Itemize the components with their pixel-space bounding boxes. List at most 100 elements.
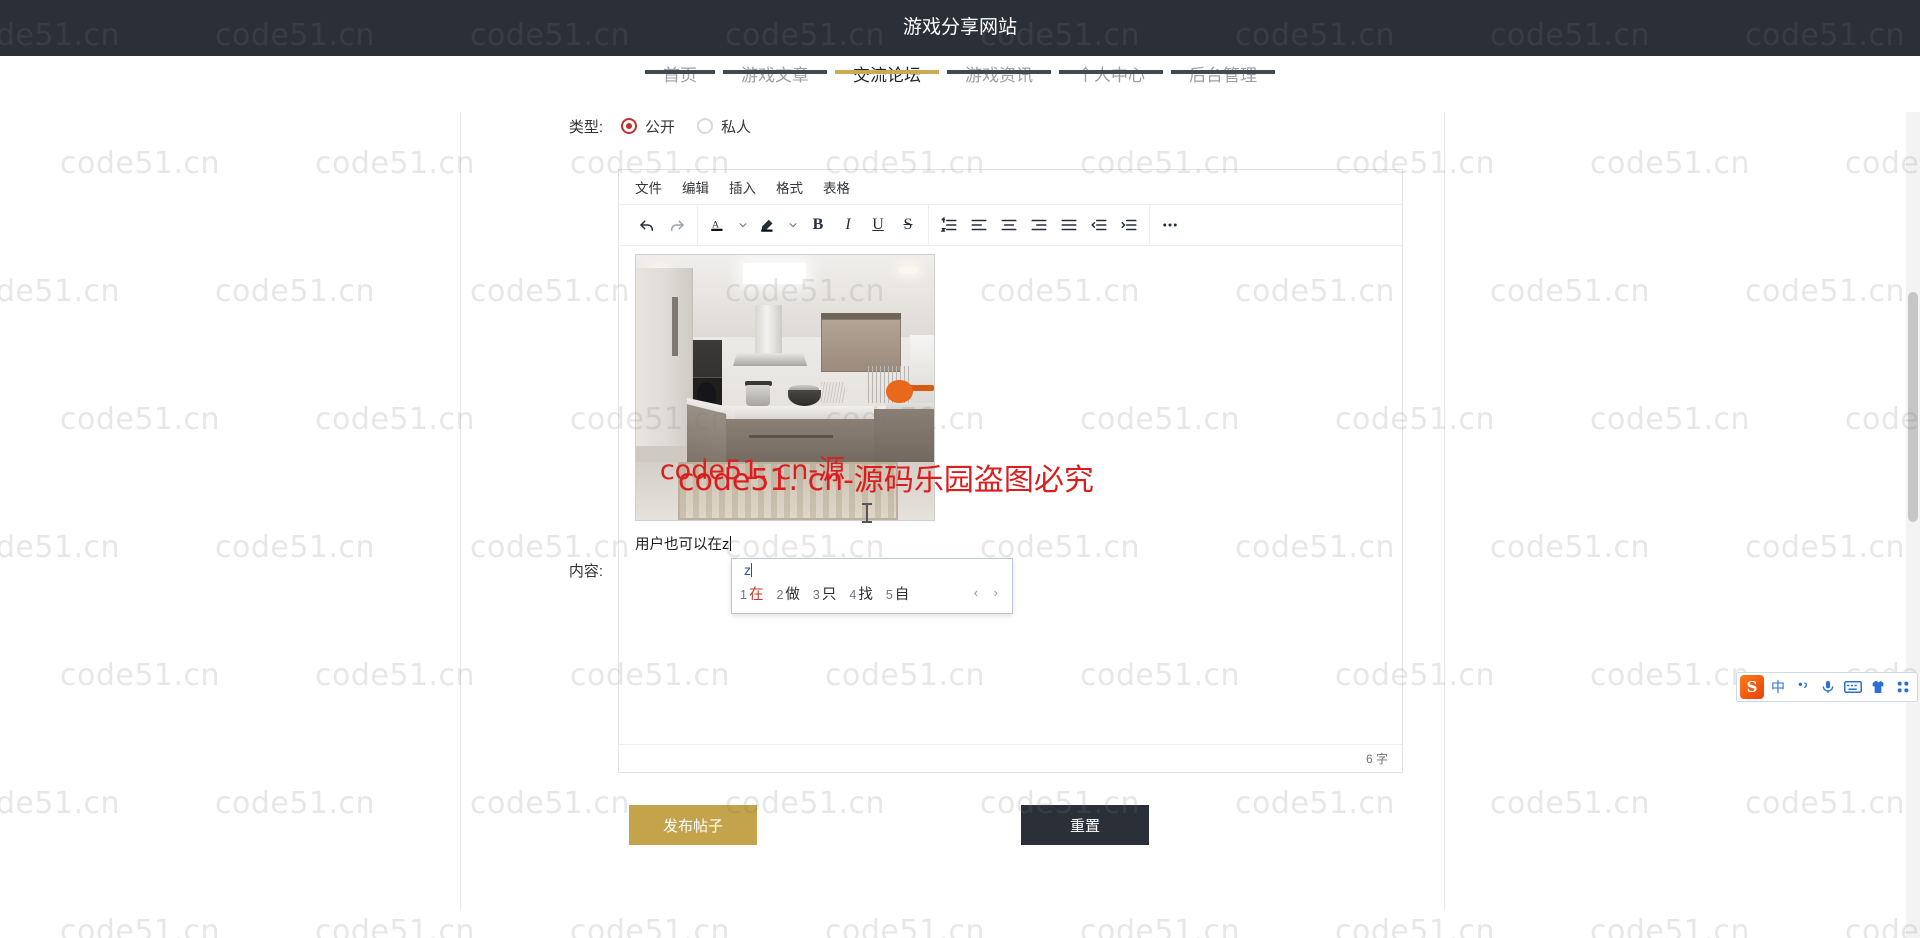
toolbar-group-format: A B I U S [698,205,929,245]
editor-menu-4[interactable]: 表格 [823,177,850,197]
svg-text:A: A [712,219,719,230]
italic-button[interactable]: I [834,211,862,239]
align-right-icon[interactable] [1025,211,1053,239]
nav-item-label: 个人中心 [1077,66,1145,85]
ime-candidate-4[interactable]: 4找 [849,583,872,604]
watermark-tile: code51.cn [1590,402,1751,437]
nav-list: 首页 游戏文章 交流论坛 游戏资讯 个人中心 后台管理 [0,56,1920,112]
bold-button[interactable]: B [804,211,832,239]
editor-menu-0[interactable]: 文件 [635,177,662,197]
text-color-icon[interactable]: A [704,211,732,239]
editor-menu-1[interactable]: 编辑 [682,177,709,197]
ime-mode-chinese-button[interactable]: 中 [1767,676,1789,698]
watermark-tile: code51.cn [1590,658,1751,693]
ime-candidate-number: 1 [740,588,747,602]
watermark-tile: code51.cn [1335,914,1496,938]
watermark-tile: code51.cn [1745,530,1906,565]
type-radio-label: 公开 [645,118,676,136]
highlight-color-icon[interactable] [754,211,782,239]
ime-candidate-list[interactable]: 1在 2做 3只 4找 5自 [740,583,909,604]
watermark-tile: code51.cn [60,914,221,938]
nav-item-underline [723,70,827,74]
more-options-icon[interactable] [1156,211,1184,239]
editor-menubar[interactable]: 文件 编辑 插入 格式 表格 [619,170,1402,205]
nav-item-3[interactable]: 游戏资讯 [943,56,1055,88]
type-radio-option-0[interactable]: 公开 [621,116,675,137]
punctuation-icon[interactable] [1792,676,1814,698]
skin-icon[interactable] [1867,676,1889,698]
watermark-tile: code51.cn [1490,274,1651,309]
watermark-tile: code51.cn [315,658,476,693]
ime-candidate-word: 自 [894,587,910,603]
word-count: 6 字 [1365,752,1388,766]
scrollbar-thumb[interactable] [1908,292,1918,522]
nav-item-1[interactable]: 游戏文章 [719,56,831,88]
post-form-panel: 类型: 公开 私人 内容: 文件 编辑 插入 格式 表格 A B I U S c… [460,105,1445,910]
microphone-icon[interactable] [1817,676,1839,698]
ime-candidate-2[interactable]: 2做 [776,583,799,604]
underline-button[interactable]: U [864,211,892,239]
ime-candidate-1[interactable]: 1在 [740,583,763,604]
numbered-list-icon[interactable] [935,211,963,239]
editor-toolbar[interactable]: A B I U S [619,205,1402,246]
ime-candidate-5[interactable]: 5自 [886,583,909,604]
type-label: 类型: [568,118,603,136]
type-radio-label: 私人 [721,118,752,136]
nav-item-label: 首页 [663,66,697,85]
highlight-chevron-down-icon[interactable] [784,211,802,239]
nav-item-underline [947,70,1051,74]
watermark-tile: code51.cn [315,402,476,437]
sogou-ime-toolbar[interactable]: S 中 [1736,672,1918,702]
watermark-tile: code51.cn [315,146,476,181]
indent-icon[interactable] [1115,211,1143,239]
reset-form-button[interactable]: 重置 [1021,805,1149,845]
type-radio-option-1[interactable]: 私人 [697,116,751,137]
toolbar-group-history [627,205,698,245]
nav-item-4[interactable]: 个人中心 [1055,56,1167,88]
watermark-tile: code51.cn [315,914,476,938]
text-caret [730,536,732,551]
ime-page-nav[interactable]: ‹ › [974,585,1004,600]
publish-post-button[interactable]: 发布帖子 [629,805,757,845]
nav-item-0[interactable]: 首页 [641,56,719,88]
text-color-chevron-down-icon[interactable] [734,211,752,239]
watermark-tile: code51.cn [570,914,731,938]
type-radio-group[interactable]: 公开 私人 [621,116,751,137]
form-actions: 发布帖子 重置 [461,805,1446,851]
watermark-tile: code51.cn [1490,786,1651,821]
text-cursor-indicator [862,503,872,523]
sogou-logo-icon[interactable]: S [1740,675,1764,699]
watermark-tile: code51.cn [1745,786,1906,821]
editor-menu-3[interactable]: 格式 [776,177,803,197]
strikethrough-button[interactable]: S [894,211,922,239]
nav-item-label: 游戏资讯 [965,66,1033,85]
align-left-icon[interactable] [965,211,993,239]
redo-icon[interactable] [663,211,691,239]
align-center-icon[interactable] [995,211,1023,239]
nav-item-5[interactable]: 后台管理 [1167,56,1279,88]
align-justify-icon[interactable] [1055,211,1083,239]
editor-paragraph: 用户也可以在z [635,533,732,554]
ime-candidate-word: 只 [821,587,837,603]
soft-keyboard-icon[interactable] [1842,676,1864,698]
page-scrollbar[interactable] [1906,112,1920,938]
watermark-tile: code51.cn [215,274,376,309]
overlay-watermark-text: code51. cn-源码乐园盗图必究 [678,463,1094,498]
editor-menu-2[interactable]: 插入 [729,177,756,197]
outdent-icon[interactable] [1085,211,1113,239]
undo-icon[interactable] [633,211,661,239]
radio-dot-icon[interactable] [697,118,714,134]
radio-dot-icon[interactable] [621,118,637,134]
toolbox-icon[interactable] [1892,676,1914,698]
nav-item-underline [1171,70,1275,74]
ime-candidate-word: 在 [748,587,764,603]
ime-candidate-3[interactable]: 3只 [813,583,836,604]
ime-candidate-window[interactable]: z 1在2做3只4找5自 ‹ › [731,558,1013,614]
nav-item-label: 交流论坛 [853,66,921,85]
nav-item-2[interactable]: 交流论坛 [831,56,943,88]
watermark-tile: code51.cn [215,530,376,565]
ime-candidate-number: 5 [885,588,893,602]
ime-candidate-word: 找 [858,587,873,603]
watermark-tile: code51.cn [60,402,221,437]
watermark-tile: code51.cn [825,914,986,938]
